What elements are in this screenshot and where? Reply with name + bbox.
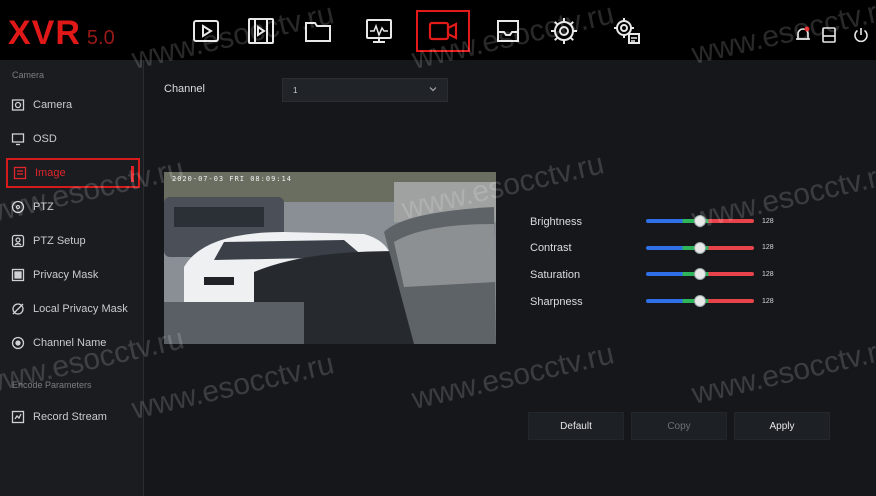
sidebar-item-image[interactable]: Image xyxy=(6,158,140,188)
sidebar-item-ptz-setup[interactable]: PTZ Setup xyxy=(6,226,140,256)
sidebar-item-label: PTZ xyxy=(33,201,54,213)
sharpness-value: 128 xyxy=(762,298,774,305)
channel-value: 1 xyxy=(293,85,298,95)
alarm-bell-icon[interactable] xyxy=(794,26,812,44)
sidebar-item-local-privacy-mask[interactable]: Local Privacy Mask xyxy=(6,294,140,324)
camera-icon[interactable] xyxy=(416,10,470,52)
saturation-value: 128 xyxy=(762,271,774,278)
brightness-label: Brightness xyxy=(530,216,582,228)
sidebar-item-record-stream[interactable]: Record Stream xyxy=(6,402,140,432)
osd-icon xyxy=(11,133,25,146)
ptz-setup-icon xyxy=(11,234,25,248)
slider-knob[interactable] xyxy=(694,295,706,307)
record-stream-icon xyxy=(11,410,25,424)
camera-icon xyxy=(11,99,25,111)
logo-text: XVR xyxy=(8,14,81,52)
logo-version: 5.0 xyxy=(86,27,115,49)
sidebar-item-label: PTZ Setup xyxy=(33,235,86,247)
sidebar-item-channel-name[interactable]: Channel Name xyxy=(6,328,140,358)
gear-icon[interactable] xyxy=(543,10,585,52)
app-logo: XVR 5.0 xyxy=(8,14,115,53)
slider-knob[interactable] xyxy=(694,242,706,254)
sidebar-item-label: OSD xyxy=(33,133,57,145)
folder-icon[interactable] xyxy=(297,10,339,52)
sidebar-item-privacy-mask[interactable]: Privacy Mask xyxy=(6,260,140,290)
ptz-icon xyxy=(11,200,25,214)
channel-select[interactable]: 1 xyxy=(282,78,448,102)
sharpness-slider[interactable] xyxy=(646,295,754,307)
sidebar-item-label: Privacy Mask xyxy=(33,269,99,281)
sidebar-item-camera[interactable]: Camera xyxy=(6,90,140,120)
inbox-icon[interactable] xyxy=(487,10,529,52)
contrast-value: 128 xyxy=(762,244,774,251)
storage-icon[interactable] xyxy=(820,26,838,44)
channel-label: Channel xyxy=(164,83,205,95)
advanced-settings-icon[interactable] xyxy=(606,10,648,52)
sidebar-item-label: Record Stream xyxy=(33,411,107,423)
video-clip-icon[interactable] xyxy=(240,10,282,52)
sidebar-section-camera: Camera xyxy=(12,70,45,80)
sidebar-item-ptz[interactable]: PTZ xyxy=(6,192,140,222)
chevron-down-icon xyxy=(429,87,437,92)
sidebar-item-label: Channel Name xyxy=(33,337,107,349)
preview-timestamp: 2020-07-03 FRI 08:09:14 xyxy=(172,175,292,183)
contrast-label: Contrast xyxy=(530,242,572,254)
copy-button[interactable]: Copy xyxy=(631,412,727,440)
active-indicator xyxy=(131,166,134,182)
slider-knob[interactable] xyxy=(694,268,706,280)
slider-knob[interactable] xyxy=(694,215,706,227)
sidebar-item-osd[interactable]: OSD xyxy=(6,124,140,154)
sidebar-item-label: Image xyxy=(35,167,66,179)
default-button[interactable]: Default xyxy=(528,412,624,440)
saturation-slider[interactable] xyxy=(646,268,754,280)
preview-image xyxy=(164,172,496,344)
brightness-value: 128 xyxy=(762,218,774,225)
playback-icon[interactable] xyxy=(185,10,227,52)
apply-button[interactable]: Apply xyxy=(734,412,830,440)
privacy-mask-icon xyxy=(11,268,25,282)
camera-preview: 2020-07-03 FRI 08:09:14 xyxy=(164,172,496,344)
sharpness-label: Sharpness xyxy=(530,296,583,308)
sidebar-section-encode: Encode Parameters xyxy=(12,380,92,390)
local-privacy-mask-icon xyxy=(12,303,24,315)
sidebar-item-label: Camera xyxy=(33,99,73,111)
monitor-icon[interactable] xyxy=(358,10,400,52)
power-icon[interactable] xyxy=(852,26,870,44)
top-bar: XVR 5.0 xyxy=(0,0,876,60)
channel-name-icon xyxy=(11,336,25,350)
image-icon xyxy=(13,166,27,180)
brightness-slider[interactable] xyxy=(646,215,754,227)
sidebar-item-label: Local Privacy Mask xyxy=(33,303,128,315)
saturation-label: Saturation xyxy=(530,269,581,281)
contrast-slider[interactable] xyxy=(646,242,754,254)
